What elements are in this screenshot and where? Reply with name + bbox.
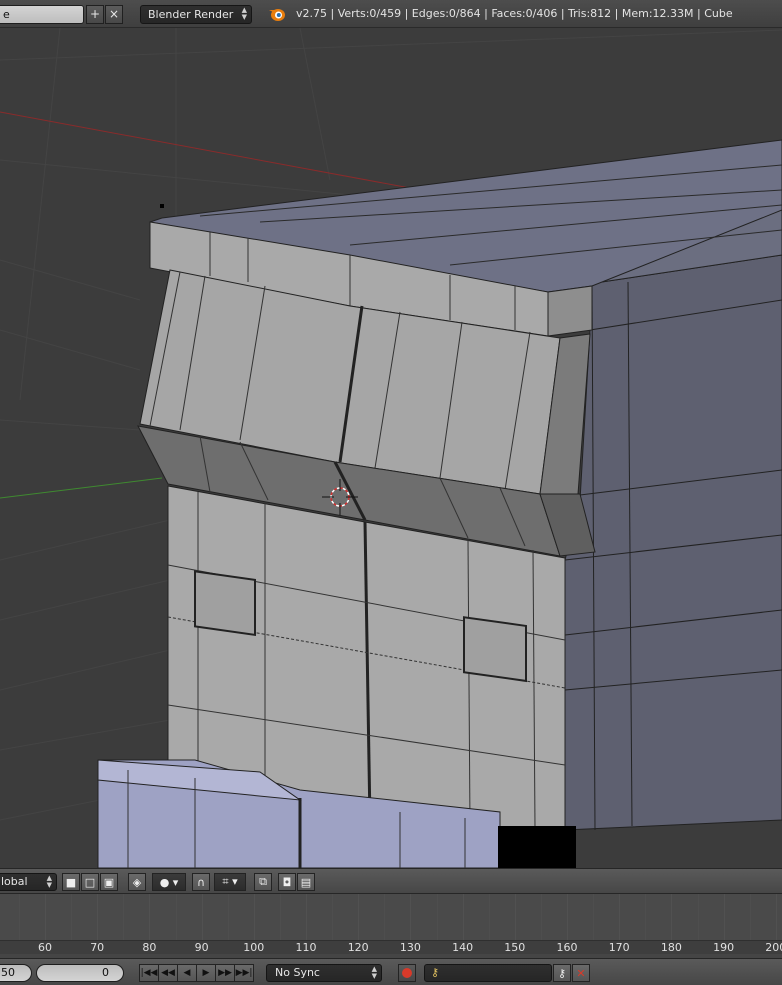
frame-tick-label: 200 <box>765 941 782 954</box>
play-icon[interactable]: ▶ <box>196 964 216 982</box>
timeline-subgrid-line <box>227 894 229 940</box>
timeline-grid-line <box>410 894 412 940</box>
add-scene-button[interactable]: + <box>86 5 104 24</box>
timeline-subgrid-line <box>71 894 73 940</box>
timeline-grid-line <box>97 894 99 940</box>
timeline-grid-line <box>201 894 203 940</box>
timeline-grid-line <box>723 894 725 940</box>
viewport-scene[interactable] <box>0 28 782 868</box>
frame-tick-label: 70 <box>90 941 105 954</box>
timeline-subgrid-line <box>332 894 334 940</box>
layers-icon[interactable]: ⧉ <box>254 873 272 891</box>
timeline-grid-line <box>149 894 151 940</box>
next-keyframe-icon[interactable]: ▶▶ <box>215 964 235 982</box>
render-engine-label: Blender Render <box>148 8 234 21</box>
frame-tick-label: 160 <box>556 941 578 954</box>
object-origin-dot <box>160 204 164 208</box>
timeline-grid-line <box>775 894 777 940</box>
frame-tick-label: 180 <box>660 941 682 954</box>
timeline-subgrid-line <box>488 894 490 940</box>
auto-keying-record-icon[interactable] <box>398 964 416 982</box>
frame-tick-label: 170 <box>608 941 630 954</box>
timeline-subgrid-line <box>436 894 438 940</box>
timeline-subgrid-line <box>593 894 595 940</box>
timeline-grid-line <box>567 894 568 940</box>
playback-controls: |◀◀ ◀◀ ◀ ▶ ▶▶ ▶▶| <box>139 964 254 982</box>
start-frame-field[interactable]: 50 <box>0 964 32 982</box>
insert-keyframe-icon[interactable]: ⚷ <box>553 964 571 982</box>
timeline-grid-line <box>306 894 307 940</box>
occlude-geometry-icon[interactable]: ◈ <box>128 873 146 891</box>
timeline-track[interactable] <box>0 894 782 940</box>
timeline-subgrid-line <box>749 894 751 940</box>
timeline-grid-line <box>253 894 255 940</box>
small-window-left <box>194 570 256 636</box>
transform-orientation-select[interactable]: lobal ▲ ▼ <box>0 873 57 891</box>
timeline-grid-line <box>462 894 464 940</box>
frame-tick-label: 190 <box>713 941 735 954</box>
frame-tick-label: 130 <box>399 941 421 954</box>
prev-keyframe-icon[interactable]: ◀◀ <box>158 964 178 982</box>
render-still-icon[interactable]: ◘ <box>278 873 296 891</box>
timeline-grid-line <box>45 894 46 940</box>
info-header: e + × Blender Render ▲ ▼ v2.75 | Verts:0/… <box>0 0 782 28</box>
scene-name-field[interactable]: e <box>0 5 84 24</box>
jump-start-icon[interactable]: |◀◀ <box>139 964 159 982</box>
timeline-subgrid-line <box>384 894 386 940</box>
current-frame-field[interactable]: 0 <box>36 964 124 982</box>
frame-tick-label: 100 <box>243 941 265 954</box>
snap-element-select[interactable]: ⌗ ▾ <box>214 873 246 891</box>
small-window-right <box>463 616 527 683</box>
timeline-grid-line <box>514 894 516 940</box>
timeline-header: 50 0 |◀◀ ◀◀ ◀ ▶ ▶▶ ▶▶| No Sync ▲ ▼ ⚷ ⚷ ✕ <box>0 958 782 985</box>
key-icon: ⚷ <box>431 966 440 979</box>
wire-shading-icon[interactable]: □ <box>81 873 99 891</box>
y-axis-line <box>0 477 163 499</box>
3d-viewport[interactable] <box>0 28 782 868</box>
render-engine-select[interactable]: Blender Render ▲ ▼ <box>140 5 252 24</box>
frame-tick-label: 90 <box>194 941 209 954</box>
timeline-grid-line <box>619 894 621 940</box>
keying-set-field[interactable]: ⚷ <box>424 964 552 982</box>
timeline-subgrid-line <box>697 894 699 940</box>
3d-view-header: lobal ▲ ▼ ■ □ ▣ ◈ ● ▾ ∩ ⌗ ▾ ⧉ ◘ ▤ <box>0 868 782 894</box>
render-animation-icon[interactable]: ▤ <box>297 873 315 891</box>
sync-mode-select[interactable]: No Sync ▲ ▼ <box>266 964 382 982</box>
scene-statistics: v2.75 | Verts:0/459 | Edges:0/864 | Face… <box>296 7 733 20</box>
sync-mode-label: No Sync <box>275 966 320 979</box>
timeline-subgrid-line <box>279 894 281 940</box>
updown-arrows-icon: ▲ ▼ <box>371 965 377 980</box>
blender-logo-icon <box>269 9 285 21</box>
updown-arrows-icon: ▲ ▼ <box>46 874 52 889</box>
texture-shading-icon[interactable]: ▣ <box>100 873 118 891</box>
timeline-subgrid-line <box>645 894 647 940</box>
x-axis-line <box>0 111 411 189</box>
frame-tick-label: 110 <box>295 941 317 954</box>
timeline-grid-line <box>358 894 360 940</box>
timeline-subgrid-line <box>175 894 177 940</box>
play-reverse-icon[interactable]: ◀ <box>177 964 197 982</box>
solid-shading-icon[interactable]: ■ <box>62 873 80 891</box>
frame-tick-label: 140 <box>452 941 474 954</box>
delete-keyframe-icon[interactable]: ✕ <box>572 964 590 982</box>
timeline-subgrid-line <box>18 894 20 940</box>
timeline-grid-line <box>671 894 673 940</box>
frame-tick-label: 60 <box>38 941 52 954</box>
delete-scene-button[interactable]: × <box>105 5 123 24</box>
snap-magnet-icon[interactable]: ∩ <box>192 873 210 891</box>
timeline-area[interactable]: 60 70 80 90 100 110 120 130 140 150 160 170 180 190 20… <box>0 894 782 958</box>
orientation-label: lobal <box>1 875 28 888</box>
jump-end-icon[interactable]: ▶▶| <box>234 964 254 982</box>
timeline-subgrid-line <box>540 894 542 940</box>
timeline-subgrid-line <box>123 894 125 940</box>
frame-tick-label: 80 <box>142 941 157 954</box>
updown-arrows-icon: ▲ ▼ <box>241 6 247 21</box>
proportional-edit-select[interactable]: ● ▾ <box>152 873 186 891</box>
frame-tick-label: 120 <box>347 941 369 954</box>
frame-tick-label: 150 <box>504 941 526 954</box>
